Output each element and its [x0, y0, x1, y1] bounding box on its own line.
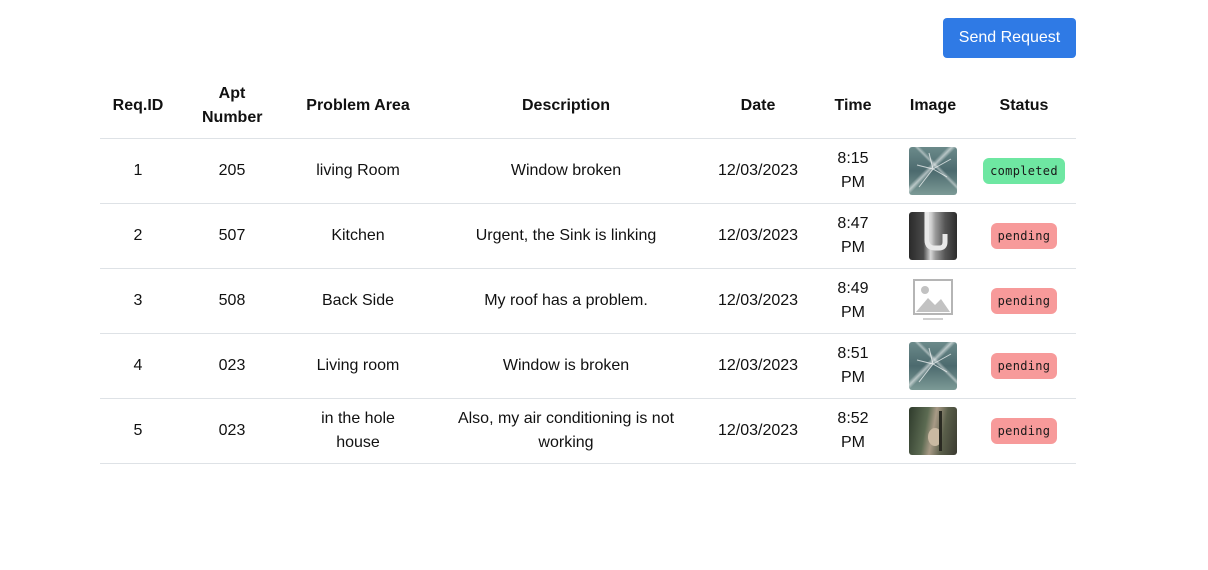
cell-image [894, 333, 972, 399]
column-header-apt-number: Apt Number [176, 74, 288, 139]
cell-apt-number: 507 [176, 203, 288, 269]
table-row: 4 023 Living room Window is broken 12/03… [100, 333, 1076, 399]
column-header-req-id: Req.ID [100, 74, 176, 139]
cell-date: 12/03/2023 [704, 398, 812, 464]
cell-problem-area: Back Side [288, 268, 428, 334]
image-placeholder-icon[interactable] [909, 277, 957, 325]
column-header-image: Image [894, 74, 972, 139]
cell-time-text: 8:51 PM [837, 345, 869, 386]
cell-apt-number: 023 [176, 398, 288, 464]
cell-status: completed [972, 138, 1076, 204]
cell-problem-area: in the hole house [288, 398, 428, 464]
table-row: 5 023 in the hole house Also, my air con… [100, 398, 1076, 464]
cell-apt-number: 508 [176, 268, 288, 334]
cell-date: 12/03/2023 [704, 333, 812, 399]
cell-req-id: 2 [100, 203, 176, 269]
cell-time: 8:49 PM [812, 268, 894, 334]
air-conditioner-thumbnail[interactable] [909, 407, 957, 455]
cell-date: 12/03/2023 [704, 203, 812, 269]
cell-description: My roof has a problem. [428, 268, 704, 334]
cell-description: Urgent, the Sink is linking [428, 203, 704, 269]
table-row: 2 507 Kitchen Urgent, the Sink is linkin… [100, 203, 1076, 269]
cell-req-id: 3 [100, 268, 176, 334]
cell-time: 8:15 PM [812, 138, 894, 204]
column-header-problem-area: Problem Area [288, 74, 428, 139]
column-header-status: Status [972, 74, 1076, 139]
cell-time-text: 8:15 PM [837, 150, 869, 191]
status-badge: pending [990, 288, 1058, 314]
column-header-apt-number-text: Apt Number [202, 85, 263, 126]
cell-time-text: 8:49 PM [837, 280, 869, 321]
send-request-button[interactable]: Send Request [943, 18, 1076, 58]
cell-description: Also, my air conditioning is not working [428, 398, 704, 464]
broken-window-thumbnail[interactable] [909, 147, 957, 195]
cell-time: 8:47 PM [812, 203, 894, 269]
cell-problem-area-text: in the hole house [321, 410, 395, 451]
cell-req-id: 5 [100, 398, 176, 464]
cell-req-id: 1 [100, 138, 176, 204]
cell-status: pending [972, 203, 1076, 269]
column-header-time: Time [812, 74, 894, 139]
cell-problem-area: Living room [288, 333, 428, 399]
status-badge: pending [990, 418, 1058, 444]
cell-image [894, 268, 972, 334]
table-row: 1 205 living Room Window broken 12/03/20… [100, 138, 1076, 204]
cell-time: 8:51 PM [812, 333, 894, 399]
sink-pipe-thumbnail[interactable] [909, 212, 957, 260]
cell-time: 8:52 PM [812, 398, 894, 464]
cell-time-text: 8:52 PM [837, 410, 869, 451]
cell-apt-number: 205 [176, 138, 288, 204]
cell-apt-number: 023 [176, 333, 288, 399]
cell-time-text: 8:47 PM [837, 215, 869, 256]
cell-image [894, 203, 972, 269]
cell-image [894, 138, 972, 204]
column-header-description: Description [428, 74, 704, 139]
cell-date: 12/03/2023 [704, 138, 812, 204]
table-row: 3 508 Back Side My roof has a problem. 1… [100, 268, 1076, 334]
table-header-row: Req.ID Apt Number Problem Area Descripti… [100, 74, 1076, 139]
cell-req-id: 4 [100, 333, 176, 399]
page: Send Request Req.ID Apt Number Problem A… [0, 0, 1208, 570]
cell-description: Window broken [428, 138, 704, 204]
cell-status: pending [972, 333, 1076, 399]
column-header-date: Date [704, 74, 812, 139]
cell-image [894, 398, 972, 464]
status-badge: pending [990, 223, 1058, 249]
status-badge: pending [990, 353, 1058, 379]
cell-description: Window is broken [428, 333, 704, 399]
cell-problem-area: Kitchen [288, 203, 428, 269]
cell-date: 12/03/2023 [704, 268, 812, 334]
status-badge: completed [983, 158, 1065, 184]
cell-problem-area: living Room [288, 138, 428, 204]
cell-status: pending [972, 398, 1076, 464]
broken-window-thumbnail[interactable] [909, 342, 957, 390]
requests-table: Req.ID Apt Number Problem Area Descripti… [100, 74, 1076, 464]
cell-status: pending [972, 268, 1076, 334]
